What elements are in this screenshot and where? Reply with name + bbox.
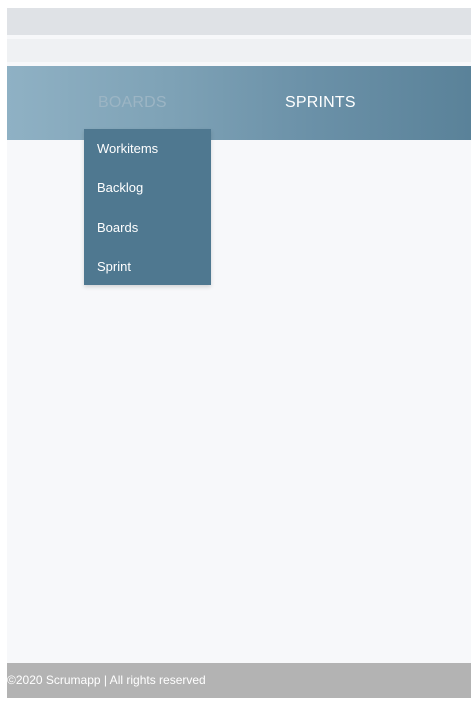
footer: ©2020 Scrumapp | All rights reserved <box>7 663 471 698</box>
top-bar <box>7 8 471 35</box>
sub-bar <box>7 39 471 62</box>
dropdown-item-backlog[interactable]: Backlog <box>97 180 143 195</box>
dropdown-item-sprint[interactable]: Sprint <box>97 259 131 274</box>
nav-tab-sprints[interactable]: SPRINTS <box>285 66 356 140</box>
dropdown-item-boards[interactable]: Boards <box>97 220 138 235</box>
main-navbar: BOARDS SPRINTS <box>7 66 471 140</box>
dropdown-item-workitems[interactable]: Workitems <box>97 141 158 156</box>
boards-dropdown-menu: Workitems Backlog Boards Sprint <box>84 129 211 285</box>
copyright-text: ©2020 Scrumapp | All rights reserved <box>7 673 206 687</box>
app-frame: BOARDS SPRINTS Workitems Backlog Boards … <box>7 8 471 698</box>
